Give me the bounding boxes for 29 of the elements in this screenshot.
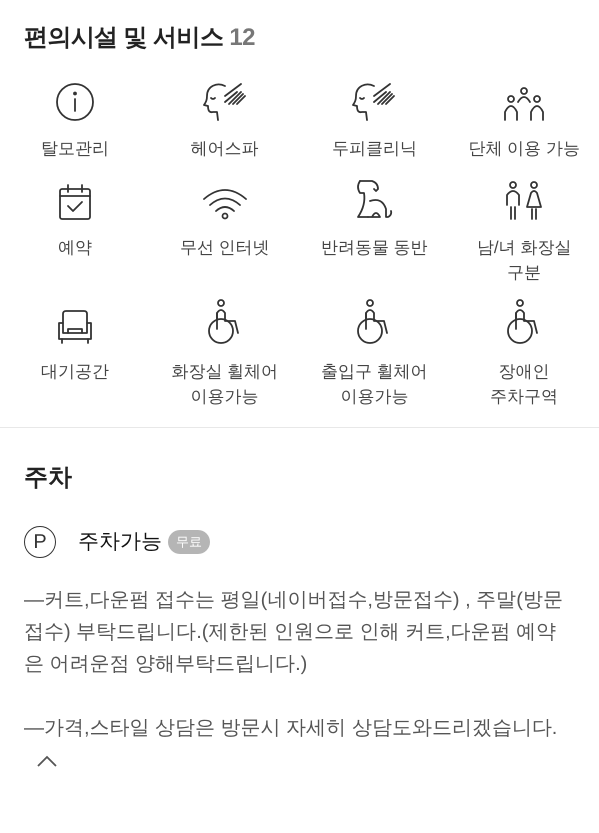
facility-label: 반려동물 동반	[320, 237, 429, 259]
collapse-chevron-icon[interactable]	[36, 754, 58, 768]
info-icon	[54, 82, 95, 122]
facility-label: 남/녀 화장실 구분	[476, 237, 572, 284]
section-title: 주차	[24, 463, 73, 493]
note-text: —커트,다운펌 접수는 평일(네이버접수,방문접수) , 주말(방문접수) 부탁드립니다.(제한된 인원으로 인해 커트,다운펌 예약은 어려운점 양해부탁드립니다.)	[24, 589, 563, 675]
facility-label: 화장실 휠체어 이용가능	[170, 361, 279, 408]
wifi-icon	[202, 187, 248, 221]
count: 12	[229, 24, 255, 51]
facility-label: 탈모관리	[40, 138, 110, 160]
section-title: 편의시설 및 서비스	[24, 24, 224, 51]
dog-icon	[354, 179, 394, 221]
armchair-icon	[56, 309, 94, 345]
facility-label: 헤어스파	[190, 138, 260, 160]
face-icon	[202, 80, 247, 122]
face-icon	[352, 80, 396, 122]
facility-label: 출입구 휠체어 이용가능	[320, 361, 429, 408]
calendar-check-icon	[56, 183, 93, 221]
facility-label: 무선 인터넷	[178, 237, 270, 259]
facility-label: 단체 이용 가능	[467, 138, 581, 160]
facility-label: 대기공간	[40, 361, 110, 383]
facility-label: 예약	[56, 237, 93, 259]
facility-label: 장애인 주차구역	[489, 361, 560, 408]
facility-label: 두피클리닉	[330, 138, 418, 160]
parking-icon: P	[24, 526, 56, 558]
parking-status: 주차가능	[78, 529, 162, 556]
people-icon	[502, 86, 546, 122]
price-badge: 무료	[168, 530, 210, 554]
note-text: —가격,스타일 상담은 방문시 자세히 상담도와드리겠습니다.	[24, 717, 558, 739]
